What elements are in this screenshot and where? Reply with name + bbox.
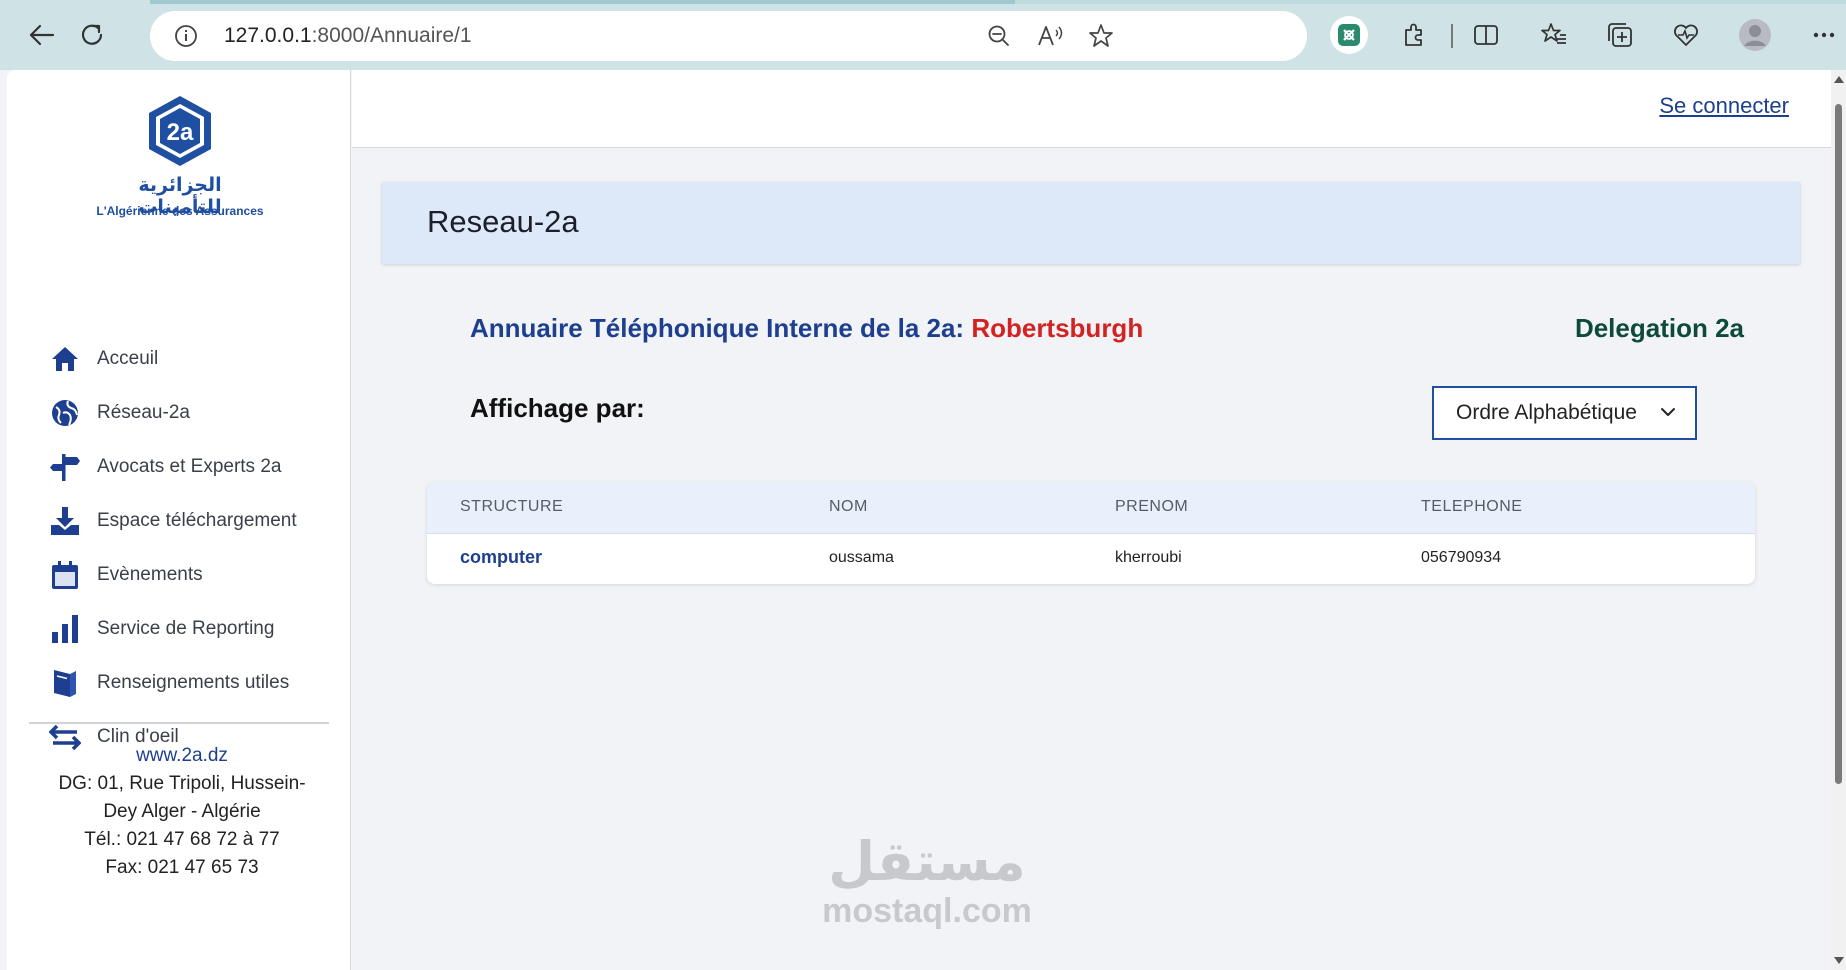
fax-text: Fax: 021 47 65 73 [105,857,259,878]
affichage-label: Affichage par: [470,393,645,423]
sidebar-item-label: Réseau-2a [97,402,190,423]
address-line: DG: 01, Rue Tripoli, Hussein- [58,773,306,794]
page-viewport: 2a الجزائرية للتأمينات L'Algérienne des … [7,70,1831,970]
cell-telephone: 056790934 [1421,549,1502,566]
cell-nom: oussama [829,549,894,566]
heading-city: Robertsburgh [971,313,1144,343]
top-bar: Se connecter [352,70,1831,148]
login-link[interactable]: Se connecter [1659,93,1789,119]
tab-strip [1015,0,1846,4]
sidebar-item-avocats[interactable]: Avocats et Experts 2a [47,440,337,494]
toolbar-separator [1451,24,1453,48]
calendar-icon [47,559,83,591]
sidebar-item-label: Service de Reporting [97,618,275,639]
scroll-up-arrow-icon[interactable] [1834,76,1844,83]
home-icon [47,343,83,375]
back-button[interactable] [24,17,60,53]
watermark: مستقل mostaql.com [807,830,1047,928]
sidebar-item-evenements[interactable]: Evènements [47,548,337,602]
favorite-star-icon[interactable] [1088,23,1114,54]
page-scrollbar[interactable] [1831,70,1846,970]
column-header-structure: STRUCTURE [460,498,564,515]
more-options-icon[interactable] [1808,19,1840,51]
column-header-telephone: TELEPHONE [1421,498,1523,515]
browser-essentials-icon[interactable] [1670,19,1702,51]
arrow-left-icon [29,24,55,46]
phone-text: Tél.: 021 47 68 72 à 77 [84,829,280,850]
address-bar[interactable]: 127.0.0.1:8000/Annuaire/1 [150,11,1307,61]
website-link[interactable]: www.2a.dz [37,742,327,770]
sidebar-item-label: Avocats et Experts 2a [97,456,282,477]
watermark-arabic: مستقل [828,830,1026,893]
company-logo[interactable]: 2a الجزائرية للتأمينات L'Algérienne des … [95,94,265,224]
url-path: :8000/Annuaire/1 [311,24,472,47]
globe-icon [47,397,83,429]
url-text[interactable]: 127.0.0.1:8000/Annuaire/1 [224,24,472,48]
browser-toolbar: 127.0.0.1:8000/Annuaire/1 [0,0,1846,70]
sidebar-item-label: Renseignements utiles [97,672,290,693]
logo-mark-text: 2a [167,119,194,146]
column-header-nom: NOM [829,498,868,515]
sidebar-menu: Acceuil Réseau-2a Avocats et Experts 2a … [47,332,337,764]
sidebar-item-telechargement[interactable]: Espace téléchargement [47,494,337,548]
directory-table: STRUCTURE NOM PRENOM TELEPHONE computer … [427,482,1755,584]
cell-structure-link[interactable]: computer [460,547,542,568]
profile-avatar-icon[interactable] [1738,18,1772,52]
read-aloud-icon[interactable] [1036,24,1064,53]
sidebar-item-acceuil[interactable]: Acceuil [47,332,337,386]
page-banner: Reseau-2a [382,182,1800,264]
page-title: Reseau-2a [427,204,579,239]
address-line: Dey Alger - Algérie [103,801,261,822]
table-header: STRUCTURE NOM PRENOM TELEPHONE [427,482,1755,534]
split-screen-icon[interactable] [1470,19,1502,51]
extensions-puzzle-icon[interactable] [1398,19,1430,51]
column-header-prenom: PRENOM [1115,498,1189,515]
scroll-down-arrow-icon[interactable] [1834,957,1844,964]
site-info-icon[interactable] [174,24,198,53]
sidebar-item-label: Evènements [97,564,203,585]
sidebar-item-label: Acceuil [97,348,159,369]
active-tab-strip [150,0,1015,4]
cell-prenom: kherroubi [1115,549,1182,566]
bar-chart-icon [47,613,83,645]
scrollbar-thumb[interactable] [1835,104,1842,784]
copilot-extension-icon[interactable] [1330,16,1368,54]
heading-prefix: Annuaire Téléphonique Interne de la 2a: [470,313,972,343]
reload-button[interactable] [74,17,110,53]
sidebar-item-renseignements[interactable]: Renseignements utiles [47,656,337,710]
download-icon [47,505,83,537]
signpost-icon [47,451,83,483]
watermark-latin: mostaql.com [822,892,1032,930]
sort-selected-value: Ordre Alphabétique [1456,401,1637,424]
chevron-down-icon [1661,408,1675,416]
book-icon [47,667,83,699]
sidebar-item-label: Espace téléchargement [97,510,297,531]
directory-heading: Annuaire Téléphonique Interne de la 2a: … [470,313,1143,344]
reload-icon [81,24,103,45]
favorites-list-icon[interactable] [1538,19,1570,51]
url-host: 127.0.0.1 [224,24,312,47]
logo-french-text: L'Algérienne des Assurances [96,204,264,218]
sort-select[interactable]: Ordre Alphabétique [1432,386,1697,440]
collections-icon[interactable] [1604,19,1636,51]
sidebar-item-reporting[interactable]: Service de Reporting [47,602,337,656]
zoom-out-icon[interactable] [986,23,1012,54]
sidebar-divider [29,722,329,724]
logo-hexagon-icon: 2a [149,96,211,166]
sidebar: 2a الجزائرية للتأمينات L'Algérienne des … [7,70,351,970]
sidebar-item-reseau[interactable]: Réseau-2a [47,386,337,440]
contact-info: www.2a.dz DG: 01, Rue Tripoli, Hussein- … [37,742,327,882]
delegation-title: Delegation 2a [1574,313,1744,343]
